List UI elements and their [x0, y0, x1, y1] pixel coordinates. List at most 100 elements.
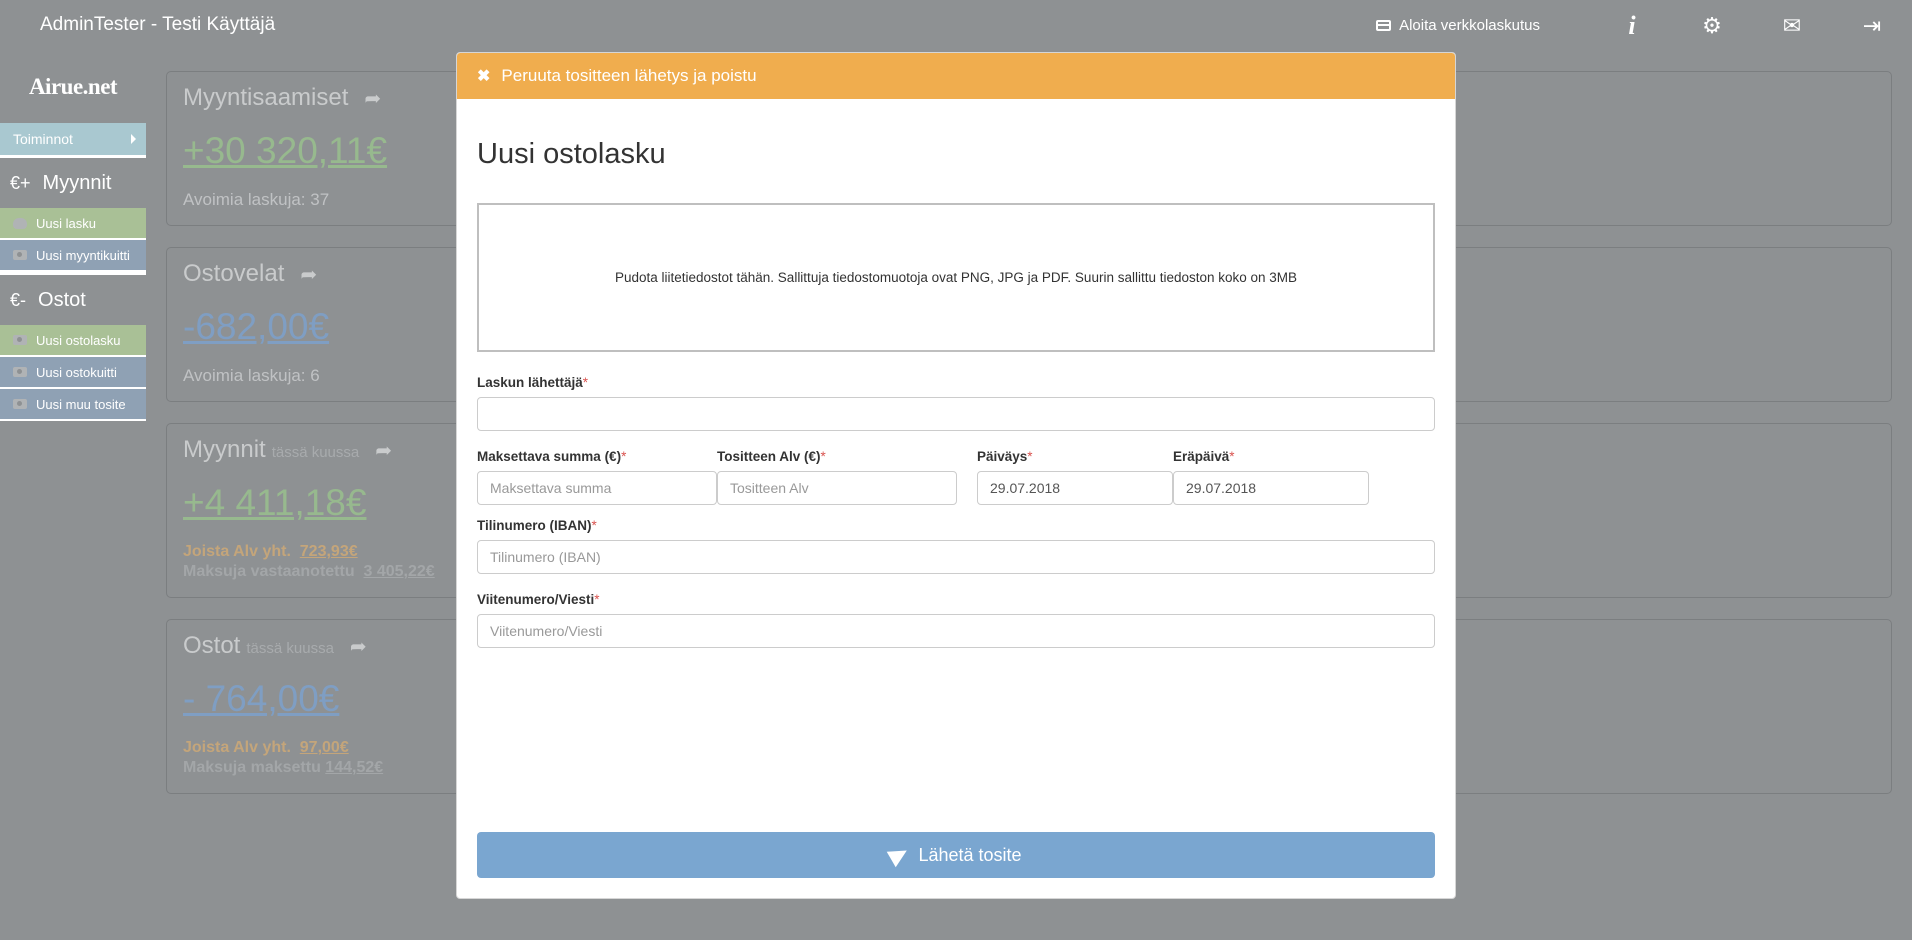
camera-icon — [13, 399, 27, 409]
vat-amount-label: Tositteen Alv (€)* — [717, 449, 826, 464]
reference-label-text: Viitenumero/Viesti — [477, 592, 595, 607]
payments-label: Maksuja vastaanotettu — [183, 563, 355, 580]
due-date-label: Eräpäivä* — [1173, 449, 1235, 464]
required-mark: * — [621, 449, 627, 464]
required-mark: * — [594, 592, 600, 607]
sidebar-item-new-other-document[interactable]: Uusi muu tosite — [0, 389, 146, 421]
sidebar: Airue.net Toiminnot €+ Myynnit Uusi lask… — [0, 51, 146, 940]
sidebar-section-sales: €+ Myynnit — [0, 158, 146, 208]
date-label-text: Päiväys — [977, 449, 1028, 464]
card-value[interactable]: +4 411,18€ — [183, 482, 366, 524]
share-icon[interactable]: ➦ — [350, 634, 367, 659]
modal-title: Uusi ostolasku — [477, 138, 666, 170]
sidebar-section-purchases: €- Ostot — [0, 275, 146, 325]
due-date-label-text: Eräpäivä — [1173, 449, 1230, 464]
share-icon[interactable]: ➦ — [300, 262, 317, 287]
vat-value: 97,00€ — [299, 739, 349, 756]
iban-label-text: Tilinumero (IBAN) — [477, 518, 592, 533]
vat-amount-label-text: Tositteen Alv (€) — [717, 449, 821, 464]
iban-input[interactable] — [477, 540, 1435, 574]
card-title-small: tässä kuussa — [271, 444, 360, 461]
date-input[interactable] — [977, 471, 1173, 505]
sender-label: Laskun lähettäjä* — [477, 375, 588, 390]
required-mark: * — [1027, 449, 1033, 464]
info-icon[interactable]: i — [1592, 0, 1672, 51]
share-icon[interactable]: ➦ — [364, 86, 381, 111]
camera-icon — [13, 250, 27, 260]
sidebar-item-label: Uusi muu tosite — [36, 396, 126, 412]
vat-line: Joista Alv yht. 723,93€ — [183, 543, 358, 561]
sidebar-item-label: Uusi lasku — [36, 215, 96, 231]
app-title: AdminTester - Testi Käyttäjä — [40, 14, 276, 35]
card-value[interactable]: - 764,00€ — [183, 678, 339, 720]
online-invoicing-link[interactable]: Aloita verkkolaskutus — [1376, 17, 1540, 34]
cancel-label: Peruuta tositteen lähetys ja poistu — [501, 66, 757, 85]
sidebar-item-label: Uusi myyntikuitti — [36, 247, 130, 263]
date-label: Päiväys* — [977, 449, 1033, 464]
payments-value[interactable]: 144,52€ — [325, 759, 383, 776]
dropzone-text: Pudota liitetiedostot tähän. Sallittuja … — [614, 270, 1298, 285]
mail-icon[interactable]: ✉ — [1752, 0, 1832, 51]
sidebar-toiminnot[interactable]: Toiminnot — [0, 123, 146, 158]
required-mark: * — [820, 449, 826, 464]
payments-label: Maksuja maksettu — [183, 759, 321, 776]
due-date-input[interactable] — [1173, 471, 1369, 505]
card-sub: Avoimia laskuja: 6 — [183, 366, 320, 385]
sender-input[interactable] — [477, 397, 1435, 431]
sidebar-section-sales-title: Myynnit — [42, 171, 112, 194]
piggy-bank-icon — [13, 217, 27, 229]
sidebar-toiminnot-label: Toiminnot — [13, 131, 73, 147]
payments-line: Maksuja maksettu 144,52€ — [183, 759, 383, 777]
share-icon[interactable]: ➦ — [375, 438, 392, 463]
reference-label: Viitenumero/Viesti* — [477, 592, 600, 607]
vat-line: Joista Alv yht. 97,00€ — [183, 739, 349, 757]
sidebar-item-new-purchase-invoice[interactable]: Uusi ostolasku — [0, 325, 146, 357]
euro-plus-icon: €+ — [10, 172, 31, 193]
sidebar-item-new-invoice[interactable]: Uusi lasku — [0, 208, 146, 240]
camera-icon — [13, 335, 27, 345]
vat-amount-input[interactable] — [717, 471, 957, 505]
iban-label: Tilinumero (IBAN)* — [477, 518, 597, 533]
cancel-button[interactable]: ✖ Peruuta tositteen lähetys ja poistu — [457, 53, 1455, 99]
sidebar-item-label: Uusi ostokuitti — [36, 364, 117, 380]
reference-input[interactable] — [477, 614, 1435, 648]
required-mark: * — [1229, 449, 1235, 464]
logo: Airue.net — [28, 74, 118, 99]
sidebar-item-new-purchase-receipt[interactable]: Uusi ostokuitti — [0, 357, 146, 389]
payments-value[interactable]: 3 405,22€ — [364, 563, 435, 580]
camera-icon — [13, 367, 27, 377]
close-icon: ✖ — [477, 68, 491, 85]
card-title: Myynnit tässä kuussa ➦ — [183, 436, 392, 464]
top-bar-actions: Aloita verkkolaskutus i ⚙ ✉ ⇥ — [1376, 0, 1912, 51]
online-invoicing-label: Aloita verkkolaskutus — [1399, 17, 1540, 34]
vat-value: 723,93€ — [299, 543, 358, 560]
required-mark: * — [582, 375, 589, 390]
card-title: Ostot tässä kuussa ➦ — [183, 632, 367, 660]
paper-plane-icon — [887, 842, 912, 868]
card-title-text: Myyntisaamiset — [183, 84, 349, 111]
amount-label: Maksettava summa (€)* — [477, 449, 626, 464]
card-value[interactable]: +30 320,11€ — [183, 130, 387, 172]
file-dropzone[interactable]: Pudota liitetiedostot tähän. Sallittuja … — [477, 203, 1435, 352]
chevron-right-icon — [131, 134, 136, 144]
card-sub: Avoimia laskuja: 37 — [183, 190, 330, 209]
sidebar-item-label: Uusi ostolasku — [36, 332, 121, 348]
card-title-text: Ostovelat — [183, 260, 285, 287]
card-title-text: Ostot — [183, 632, 241, 659]
card-title-small: tässä kuussa — [246, 640, 334, 657]
gear-icon[interactable]: ⚙ — [1672, 0, 1752, 51]
euro-minus-icon: €- — [10, 289, 27, 310]
amount-input[interactable] — [477, 471, 717, 505]
sender-label-text: Laskun lähettäjä — [477, 375, 583, 390]
logout-icon[interactable]: ⇥ — [1832, 0, 1912, 51]
vat-label: Joista Alv yht. — [183, 739, 291, 756]
card-title: Myyntisaamiset ➦ — [183, 84, 381, 112]
send-document-button[interactable]: Lähetä tosite — [477, 832, 1435, 878]
card-value[interactable]: -682,00€ — [183, 306, 329, 348]
sidebar-item-new-sales-receipt[interactable]: Uusi myyntikuitti — [0, 240, 146, 272]
vat-label: Joista Alv yht. — [183, 543, 291, 560]
credit-card-icon — [1376, 20, 1392, 31]
new-purchase-invoice-modal: ✖ Peruuta tositteen lähetys ja poistu Uu… — [456, 52, 1456, 899]
sidebar-section-purchases-title: Ostot — [38, 288, 86, 311]
card-title: Ostovelat ➦ — [183, 260, 317, 288]
